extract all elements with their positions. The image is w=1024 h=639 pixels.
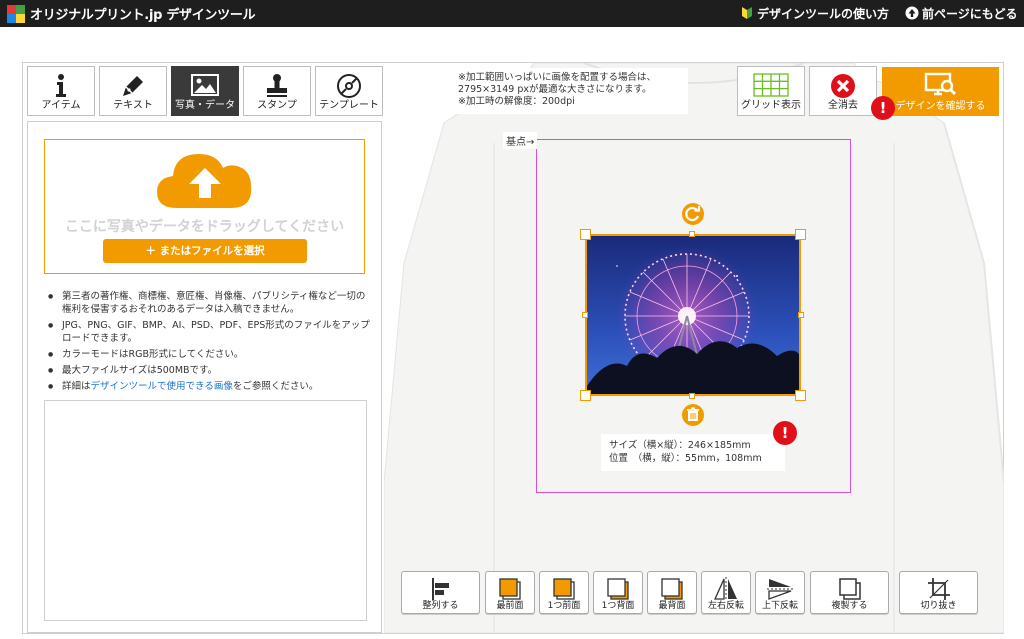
send-to-back-button[interactable]: 最背面 <box>647 571 697 614</box>
tab-label: テキスト <box>113 100 153 111</box>
image-icon <box>191 74 219 96</box>
resolution-note: ※加工範囲いっぱいに画像を配置する場合は、 2795×3149 pxが最適な大き… <box>450 68 688 114</box>
grid-toggle-button[interactable]: グリッド表示 <box>737 66 805 116</box>
align-button[interactable]: 整列する <box>401 571 480 614</box>
monitor-search-icon <box>924 72 956 96</box>
flip-horizontal-button[interactable]: 左右反転 <box>701 571 751 614</box>
drop-instruction: ここに写真やデータをドラッグしてください <box>64 219 345 235</box>
resize-handle-nw[interactable] <box>580 229 591 240</box>
toolbar-label: 1つ前面 <box>547 601 581 611</box>
ferris-wheel-photo <box>587 236 799 394</box>
upload-dropzone[interactable]: ここに写真やデータをドラッグしてください ＋ またはファイルを選択 <box>44 139 365 274</box>
note-details: 詳細はデザインツールで使用できる画像をご参照ください。 <box>44 380 374 393</box>
toolbar-label: 最前面 <box>496 601 524 611</box>
grid-icon <box>753 73 789 97</box>
note-line: 2795×3149 pxが最適な大きさになります。 <box>458 84 652 95</box>
resize-handle-n[interactable] <box>689 231 695 237</box>
bring-forward-button[interactable]: 1つ前面 <box>539 571 589 614</box>
note-line: ※加工範囲いっぱいに画像を配置する場合は、 <box>458 72 656 83</box>
back-label: 前ページにもどる <box>922 7 1018 21</box>
confirm-warning-icon: ! <box>871 96 895 120</box>
tab-text[interactable]: テキスト <box>99 66 167 116</box>
resize-handle-w[interactable] <box>582 312 588 318</box>
resize-handle-se[interactable] <box>795 390 806 401</box>
clear-all-button[interactable]: 全消去 <box>809 66 877 116</box>
toolbar-label: 最背面 <box>658 601 686 611</box>
rotate-button[interactable] <box>682 203 704 225</box>
resize-handle-e[interactable] <box>798 312 804 318</box>
select-file-button[interactable]: ＋ またはファイルを選択 <box>103 239 307 263</box>
resize-handle-ne[interactable] <box>795 229 806 240</box>
toolbar-label: 整列する <box>422 601 459 611</box>
size-readout: サイズ（横×縦）：246×185mm <box>609 440 751 451</box>
tab-item[interactable]: アイテム <box>27 66 95 116</box>
tab-label: 写真・データ <box>175 100 235 111</box>
tab-label: アイテム <box>41 100 81 111</box>
tab-label: テンプレート <box>319 100 379 111</box>
toolbar-label: 1つ背面 <box>601 601 635 611</box>
size-position-info: サイズ（横×縦）：246×185mm 位置 （横，縦）：55mm，108mm <box>601 434 785 471</box>
note-line: ※加工時の解像度：200dpi <box>458 96 575 107</box>
clear-all-label: 全消去 <box>828 100 858 111</box>
toolbar-label: 左右反転 <box>707 601 744 611</box>
note-colormode: カラーモードはRGB形式にしてください。 <box>44 348 374 361</box>
rotate-icon <box>685 206 701 222</box>
howto-label: デザインツールの使い方 <box>757 7 890 21</box>
resize-handle-sw[interactable] <box>580 390 591 401</box>
top-header-bar: オリジナルプリント.jp デザインツール デザインツールの使い方 前ページにもど… <box>0 0 1024 27</box>
position-readout: 位置 （横，縦）：55mm，108mm <box>609 453 762 464</box>
uploaded-images-box[interactable] <box>44 400 367 621</box>
site-logo[interactable]: オリジナルプリント.jp デザインツール <box>30 4 256 23</box>
cloud-upload-icon <box>157 154 252 208</box>
send-backward-button[interactable]: 1つ背面 <box>593 571 643 614</box>
confirm-label: デザインを確認する <box>895 101 986 112</box>
toolbar-label: 複製する <box>831 601 868 611</box>
logo-cube-icon <box>7 5 25 23</box>
placed-photo[interactable] <box>585 234 801 396</box>
grid-label: グリッド表示 <box>741 100 801 111</box>
resize-handle-s[interactable] <box>689 393 695 399</box>
flip-vertical-button[interactable]: 上下反転 <box>755 571 805 614</box>
toolbar-label: 切り抜き <box>920 601 957 611</box>
resolution-warning-icon[interactable]: ! <box>773 421 797 445</box>
delete-button[interactable] <box>682 404 704 426</box>
note-max-size: 最大ファイルサイズは500MBです。 <box>44 364 374 377</box>
tab-photo-data[interactable]: 写真・データ <box>171 66 239 116</box>
tab-stamp[interactable]: スタンプ <box>243 66 311 116</box>
beginner-mark-icon <box>742 7 752 19</box>
howto-link[interactable]: デザインツールの使い方 <box>740 5 889 22</box>
duplicate-button[interactable]: 複製する <box>810 571 889 614</box>
usable-images-link[interactable]: デザインツールで使用できる画像 <box>91 381 233 392</box>
upload-notes-list: 第三者の著作権、商標権、意匠権、肖像権、パブリシティ権など一切の権利を侵害するお… <box>44 290 374 396</box>
base-point-label: 基点→ <box>503 132 538 149</box>
back-arrow-icon <box>905 6 919 20</box>
bring-to-front-button[interactable]: 最前面 <box>485 571 535 614</box>
tab-template[interactable]: テンプレート <box>315 66 383 116</box>
note-formats: JPG、PNG、GIF、BMP、AI、PSD、PDF、EPS形式のファイルをアッ… <box>44 319 374 345</box>
back-link[interactable]: 前ページにもどる <box>905 5 1018 22</box>
confirm-design-button[interactable]: デザインを確認する <box>882 67 999 116</box>
trash-icon <box>687 407 699 421</box>
note-details-pre: 詳細は <box>62 381 91 392</box>
tab-label: スタンプ <box>257 100 297 111</box>
toolbar-label: 上下反転 <box>761 601 798 611</box>
note-details-post: をご参照ください。 <box>232 381 319 392</box>
crop-button[interactable]: 切り抜き <box>899 571 978 614</box>
note-copyright: 第三者の著作権、商標権、意匠権、肖像権、パブリシティ権など一切の権利を侵害するお… <box>44 290 374 316</box>
